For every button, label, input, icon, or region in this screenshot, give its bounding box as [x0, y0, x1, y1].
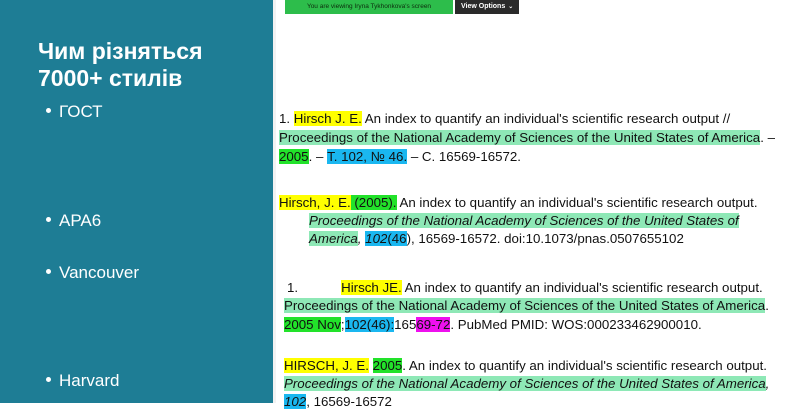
ref-journal: Proceedings of the National Academy of S…: [309, 213, 739, 228]
ref-journal: Proceedings of the National Academy of S…: [284, 376, 766, 391]
ref-separator: .: [765, 298, 769, 313]
bullet-dot-icon: [46, 377, 51, 383]
ref-separator: . –: [760, 130, 775, 145]
view-options-button[interactable]: View Options ⌄: [455, 0, 519, 14]
ref-volume: 102(46):: [344, 317, 395, 332]
bullet-dot-icon: [46, 217, 51, 223]
bullet-dot-icon: [46, 108, 51, 114]
ref-pages: – С. 16569-16572.: [407, 149, 521, 164]
slide-panel: Чим різняться 7000+ стилів ГОСТ APA6 Van…: [0, 0, 273, 403]
reference-apa-line1: Hirsch, J. E. (2005). An index to quanti…: [279, 193, 758, 213]
chevron-down-icon: ⌄: [508, 4, 514, 10]
ref-volume: 102: [284, 394, 307, 409]
reference-harvard-line3: 102, 16569-16572: [284, 392, 392, 412]
ref-year: (2005).: [350, 195, 397, 210]
ref-journal: Proceedings of the National Academy of S…: [279, 130, 761, 145]
ref-author: Hirsch JE.: [341, 280, 402, 295]
ref-title: An index to quantify an individual's sci…: [401, 280, 763, 295]
ref-issue: (46: [387, 231, 407, 246]
reference-vancouver-line3: 2005 Nov;102(46):16569-72. PubMed PMID: …: [284, 315, 702, 335]
reference-apa-line3: America, 102(46), 16569-16572. doi:10.10…: [309, 229, 684, 249]
ref-pages-doi: ), 16569-16572. doi:10.1073/pnas.0507655…: [406, 231, 684, 246]
reference-gost-line2: Proceedings of the National Academy of S…: [279, 128, 775, 148]
ref-separator: ,: [765, 376, 770, 391]
reference-harvard-line1: HIRSCH, J. E. 2005. An index to quantify…: [284, 356, 767, 376]
ref-volume: 102: [365, 231, 388, 246]
ref-title: An index to quantify an individual's sci…: [396, 195, 758, 210]
slide-title: Чим різняться 7000+ стилів: [38, 38, 203, 91]
bullet-label: APA6: [59, 211, 102, 230]
ref-journal: Proceedings of the National Academy of S…: [284, 298, 766, 313]
reference-gost-line1: 1. Hirsch J. E. An index to quantify an …: [279, 109, 730, 129]
reference-vancouver-line2: Proceedings of the National Academy of S…: [284, 296, 769, 316]
viewing-screen-label: You are viewing Iryna Tykhonkova's scree…: [285, 0, 453, 14]
ref-journal: America: [309, 231, 358, 246]
ref-year: 2005: [372, 358, 403, 373]
panel-divider: [273, 0, 276, 403]
ref-date: 2005 Nov: [284, 317, 341, 332]
bullet-gost: ГОСТ: [46, 102, 103, 122]
screen-share-bar: You are viewing Iryna Tykhonkova's scree…: [285, 0, 519, 14]
ref-title: An index to quantify an individual's sci…: [361, 111, 731, 126]
ref-title: . An index to quantify an individual's s…: [402, 358, 767, 373]
ref-pages: , 16569-16572: [306, 394, 392, 409]
ref-number: 1.: [287, 280, 299, 295]
bullet-label: Vancouver: [59, 263, 140, 282]
ref-number: 1.: [279, 111, 294, 126]
reference-gost-line3: 2005. – Т. 102, № 46. – С. 16569-16572.: [279, 147, 521, 167]
bullet-harvard: Harvard: [46, 371, 119, 391]
bullet-apa6: APA6: [46, 211, 101, 231]
ref-separator: . –: [308, 149, 328, 164]
ref-year: 2005: [279, 149, 309, 164]
ref-pages-highlight: 69-72: [416, 317, 451, 332]
reference-vancouver-line1: 1. Hirsch JE. An index to quantify an ind…: [287, 278, 763, 298]
bullet-label: Harvard: [59, 371, 120, 390]
bullet-label: ГОСТ: [59, 102, 103, 121]
ref-author: Hirsch, J. E.: [279, 195, 351, 210]
ref-author: Hirsch J. E.: [293, 111, 362, 126]
reference-harvard-line2: Proceedings of the National Academy of S…: [284, 374, 769, 394]
ref-pubmed: . PubMed PMID: WOS:000233462900010.: [450, 317, 702, 332]
reference-apa-line2: Proceedings of the National Academy of S…: [309, 211, 739, 231]
ref-volume: Т. 102, № 46.: [327, 149, 408, 164]
ref-author: HIRSCH, J. E.: [284, 358, 369, 373]
ref-pages: 165: [394, 317, 417, 332]
bullet-dot-icon: [46, 269, 51, 275]
bullet-vancouver: Vancouver: [46, 263, 139, 283]
view-options-label: View Options: [461, 3, 506, 10]
